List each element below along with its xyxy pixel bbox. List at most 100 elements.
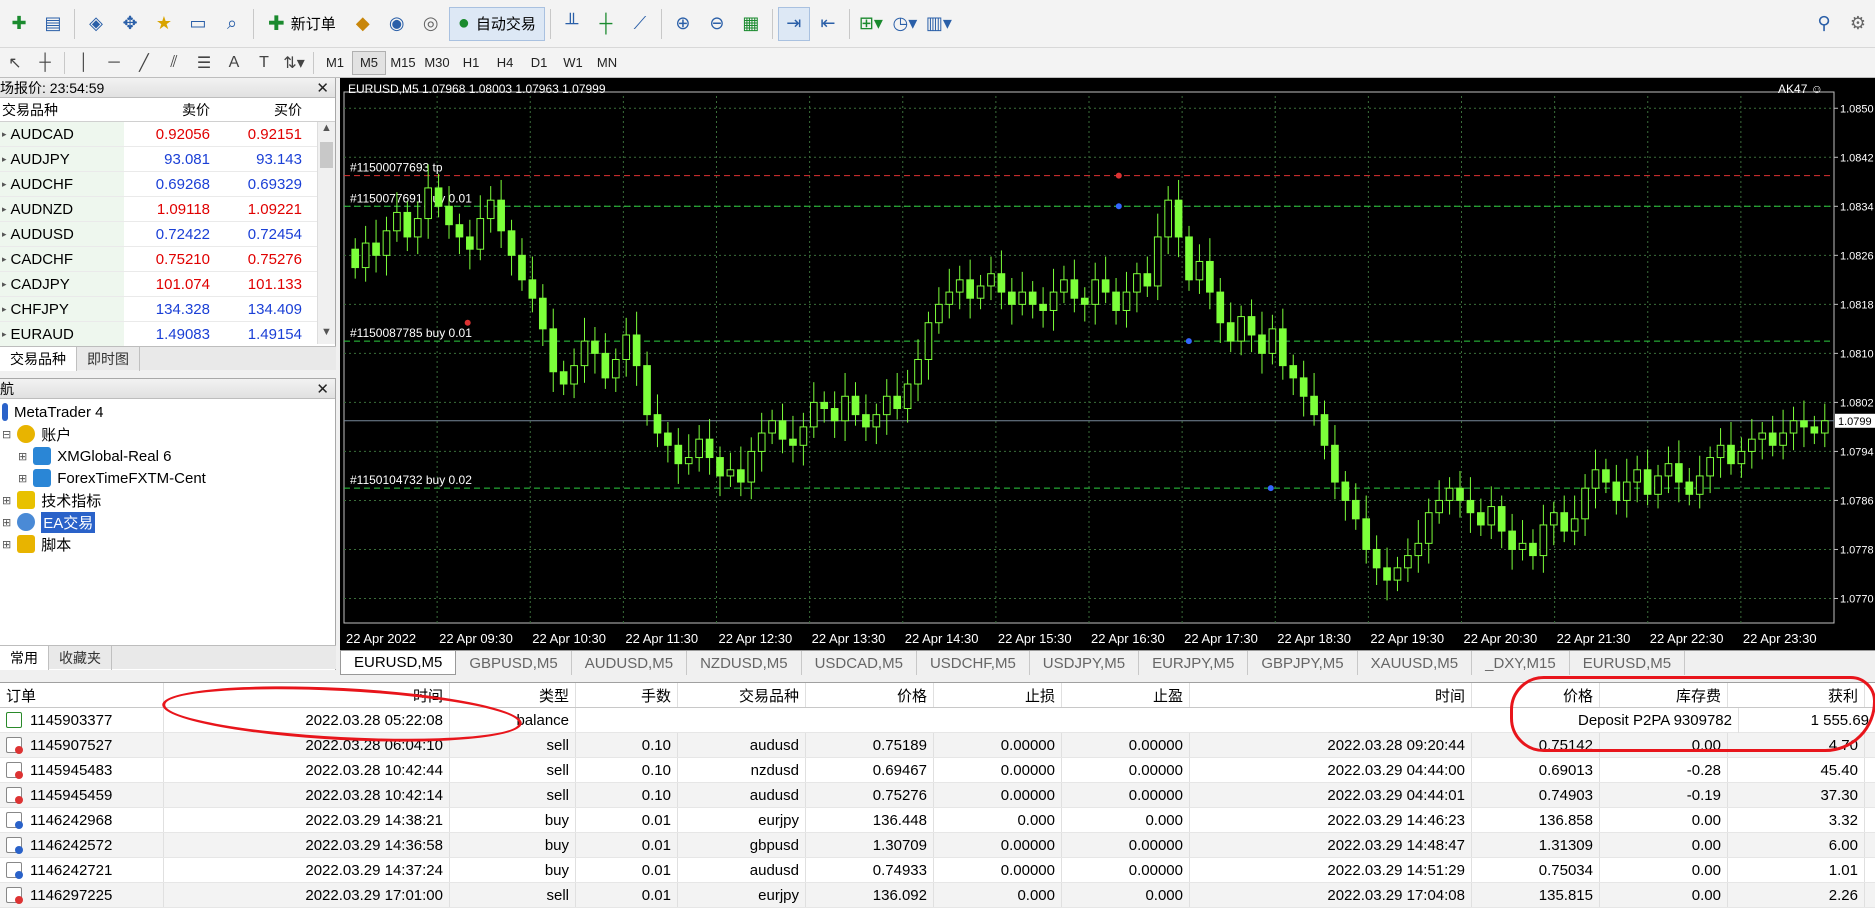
chart-tab[interactable]: EURJPY,M5 <box>1139 651 1249 675</box>
market-watch-row[interactable]: ▸ CADJPY 101.074 101.133 <box>0 272 335 297</box>
nav-scripts[interactable]: ⊞ 脚本 <box>2 533 71 555</box>
col-symbol[interactable]: 交易品种 <box>0 98 124 121</box>
nav-root[interactable]: MetaTrader 4 <box>2 401 103 423</box>
col-profit[interactable]: 获利 <box>1728 683 1865 707</box>
navigator-icon[interactable]: ★ <box>148 7 180 41</box>
indicators-icon[interactable]: ⊞▾ <box>855 7 887 41</box>
close-icon[interactable]: ✕ <box>316 79 329 97</box>
collapse-icon[interactable]: ⊟ <box>2 428 11 441</box>
auto-trading-button[interactable]: ● 自动交易 <box>448 6 545 41</box>
nav-expert-advisors[interactable]: ⊞ EA交易 <box>2 511 96 533</box>
chart-tab[interactable]: GBPJPY,M5 <box>1248 651 1358 675</box>
timeframe-w1[interactable]: W1 <box>556 51 590 75</box>
col-close-price[interactable]: 价格 <box>1472 683 1600 707</box>
new-order-button[interactable]: ✚ 新订单 <box>259 7 345 41</box>
market-watch-row[interactable]: ▸ AUDNZD 1.09118 1.09221 <box>0 197 335 222</box>
tab-tick-chart[interactable]: 即时图 <box>77 347 140 371</box>
bar-chart-icon[interactable]: ╨ <box>556 7 588 41</box>
signals-icon[interactable]: ◉ <box>381 7 413 41</box>
nav-account-item[interactable]: ⊞ ForexTimeFXTM-Cent <box>18 467 206 489</box>
market-watch-row[interactable]: ▸ CADCHF 0.75210 0.75276 <box>0 247 335 272</box>
nav-accounts[interactable]: ⊟ 账户 <box>2 423 71 445</box>
zoom-in-icon[interactable]: ⊕ <box>667 7 699 41</box>
col-order[interactable]: 订单 <box>0 683 164 707</box>
history-row[interactable]: 1145945483 2022.03.28 10:42:44 sell 0.10 nzd… <box>0 758 1875 783</box>
data-window-icon[interactable]: ✥ <box>114 7 146 41</box>
crosshair-icon[interactable]: ┼ <box>30 51 60 75</box>
tab-symbols[interactable]: 交易品种 <box>0 347 77 371</box>
text-icon[interactable]: A <box>219 51 249 75</box>
timeframe-h4[interactable]: H4 <box>488 51 522 75</box>
fibonacci-icon[interactable]: ☰ <box>189 51 219 75</box>
tab-common[interactable]: 常用 <box>0 646 49 670</box>
scroll-thumb[interactable] <box>320 142 333 168</box>
col-swap[interactable]: 库存费 <box>1600 683 1728 707</box>
chart-tab[interactable]: NZDUSD,M5 <box>687 651 802 675</box>
timeframe-m1[interactable]: M1 <box>318 51 352 75</box>
arrows-icon[interactable]: ⇅▾ <box>279 51 309 75</box>
market-watch-row[interactable]: ▸ EURAUD 1.49083 1.49154 <box>0 322 335 347</box>
auto-scroll-icon[interactable]: ⇥ <box>777 6 810 41</box>
horizontal-line-icon[interactable]: ─ <box>99 51 129 75</box>
strategy-tester-icon[interactable]: ⌕ <box>216 7 248 41</box>
chart-shift-icon[interactable]: ⇤ <box>812 7 844 41</box>
nav-indicators[interactable]: ⊞ 技术指标 <box>2 489 101 511</box>
equidistant-channel-icon[interactable]: ⫽ <box>159 51 189 75</box>
scroll-down-icon[interactable]: ▼ <box>318 326 335 344</box>
templates-icon[interactable]: ▥▾ <box>923 7 955 41</box>
chart-tab[interactable]: EURUSD,M5 <box>1570 651 1686 675</box>
chart-tab[interactable]: XAUUSD,M5 <box>1358 651 1473 675</box>
scroll-up-icon[interactable]: ▲ <box>318 122 335 140</box>
timeframe-h1[interactable]: H1 <box>454 51 488 75</box>
search-icon[interactable]: ⚲ <box>1808 7 1840 41</box>
col-lots[interactable]: 手数 <box>576 683 678 707</box>
periods-icon[interactable]: ◷▾ <box>889 7 921 41</box>
line-chart-icon[interactable]: ⟋ <box>624 7 656 41</box>
meta-editor-icon[interactable]: ◆ <box>347 7 379 41</box>
chart-tab[interactable]: EURUSD,M5 <box>340 651 457 675</box>
chart-tab[interactable]: USDJPY,M5 <box>1030 651 1140 675</box>
terminal-icon[interactable]: ▭ <box>182 7 214 41</box>
expand-icon[interactable]: ⊞ <box>2 538 11 551</box>
tile-windows-icon[interactable]: ▦ <box>735 7 767 41</box>
timeframe-d1[interactable]: D1 <box>522 51 556 75</box>
trendline-icon[interactable]: ╱ <box>129 51 159 75</box>
chart-tab[interactable]: _DXY,M15 <box>1472 651 1570 675</box>
chart-tab[interactable]: GBPUSD,M5 <box>456 651 572 675</box>
history-row[interactable]: 1145945459 2022.03.28 10:42:14 sell 0.10 aud… <box>0 783 1875 808</box>
history-row[interactable]: 1145907527 2022.03.28 06:04:10 sell 0.10 aud… <box>0 733 1875 758</box>
market-watch-row[interactable]: ▸ AUDJPY 93.081 93.143 <box>0 147 335 172</box>
expand-icon[interactable]: ⊞ <box>18 472 27 485</box>
col-price[interactable]: 价格 <box>806 683 934 707</box>
cursor-icon[interactable]: ↖ <box>0 51 30 75</box>
chart-tab[interactable]: USDCAD,M5 <box>802 651 917 675</box>
col-ask[interactable]: 买价 <box>216 100 308 120</box>
price-chart[interactable]: 22 Apr 2022 22 Apr 09:30 22 Apr 10:30 22 Ap… <box>340 78 1875 650</box>
settings-icon[interactable]: ⚙ <box>1842 7 1874 41</box>
expand-icon[interactable]: ⊞ <box>18 450 27 463</box>
col-tp[interactable]: 止盈 <box>1062 683 1190 707</box>
zoom-out-icon[interactable]: ⊖ <box>701 7 733 41</box>
market-watch-row[interactable]: ▸ AUDUSD 0.72422 0.72454 <box>0 222 335 247</box>
chart-canvas[interactable]: 22 Apr 2022 22 Apr 09:30 22 Apr 10:30 22 Ap… <box>340 78 1875 650</box>
col-symbol[interactable]: 交易品种 <box>678 683 806 707</box>
market-watch-row[interactable]: ▸ AUDCHF 0.69268 0.69329 <box>0 172 335 197</box>
vertical-line-icon[interactable]: │ <box>69 51 99 75</box>
nav-account-item[interactable]: ⊞ XMGlobal-Real 6 <box>18 445 171 467</box>
chart-tab[interactable]: USDCHF,M5 <box>917 651 1030 675</box>
col-bid[interactable]: 卖价 <box>124 100 216 120</box>
expand-icon[interactable]: ⊞ <box>2 494 11 507</box>
col-type[interactable]: 类型 <box>450 683 576 707</box>
text-label-icon[interactable]: T <box>249 51 279 75</box>
market-watch-scrollbar[interactable]: ▲ ▼ <box>317 122 335 344</box>
timeframe-m30[interactable]: M30 <box>420 51 454 75</box>
market-watch-row[interactable]: ▸ AUDCAD 0.92056 0.92151 <box>0 122 335 147</box>
col-close-time[interactable]: 时间 <box>1190 683 1472 707</box>
col-sl[interactable]: 止损 <box>934 683 1062 707</box>
history-row[interactable]: 1146297225 2022.03.29 17:01:00 sell 0.01 eur… <box>0 883 1875 908</box>
chart-tab[interactable]: AUDUSD,M5 <box>572 651 688 675</box>
market-icon[interactable]: ◎ <box>415 7 447 41</box>
market-watch-row[interactable]: ▸ CHFJPY 134.328 134.409 <box>0 297 335 322</box>
tab-favorites[interactable]: 收藏夹 <box>49 646 112 670</box>
history-row[interactable]: 1146242721 2022.03.29 14:37:24 buy 0.01 audu… <box>0 858 1875 883</box>
